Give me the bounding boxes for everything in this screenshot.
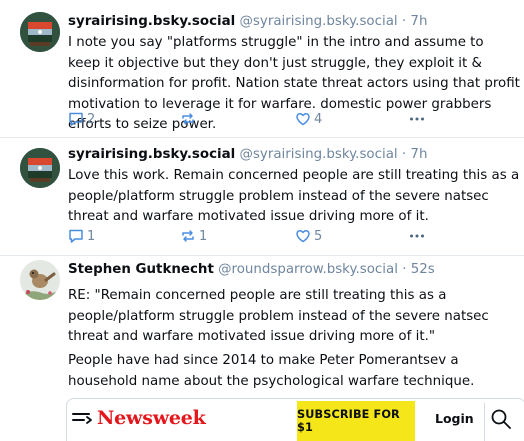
action-bar: 1 1 5 <box>68 226 428 246</box>
timestamp[interactable]: 7h <box>410 14 427 29</box>
link-card[interactable]: Newsweek SUBSCRIBE FOR $1 Login <box>66 398 524 441</box>
repost-count: 1 <box>199 228 208 244</box>
separator: · <box>401 147 407 162</box>
avatar-image <box>20 260 60 300</box>
reply-count: 2 <box>87 111 96 127</box>
avatar-image <box>20 12 60 52</box>
handle[interactable]: @syrairising.bsky.social <box>240 14 398 29</box>
action-bar: 2 4 <box>68 109 428 129</box>
handle[interactable]: @roundsparrow.bsky.social <box>218 262 398 277</box>
reply-icon <box>69 229 83 243</box>
post-header: syrairising.bsky.social @syrairising.bsk… <box>68 13 427 31</box>
avatar[interactable] <box>20 148 60 188</box>
avatar[interactable] <box>20 12 60 52</box>
post-header: Stephen Gutknecht @roundsparrow.bsky.soc… <box>68 261 435 279</box>
avatar[interactable] <box>20 260 60 300</box>
reply-button[interactable]: 2 <box>68 109 95 129</box>
repost-button[interactable]: 1 <box>180 226 207 246</box>
more-options-button[interactable] <box>409 226 425 246</box>
like-button[interactable]: 4 <box>295 109 322 129</box>
repost-button[interactable] <box>180 109 199 129</box>
reply-count: 1 <box>87 228 96 244</box>
login-link[interactable]: Login <box>435 411 474 426</box>
separator: · <box>402 262 407 277</box>
newsweek-logo[interactable]: Newsweek <box>97 407 206 429</box>
like-button[interactable]: 5 <box>295 226 322 246</box>
post-header: syrairising.bsky.social @syrairising.bsk… <box>68 146 427 164</box>
like-count: 4 <box>314 111 323 127</box>
more-options-button[interactable] <box>409 109 425 129</box>
reply-icon <box>69 112 83 126</box>
display-name[interactable]: syrairising.bsky.social <box>68 147 235 162</box>
timestamp[interactable]: 7h <box>410 147 427 162</box>
display-name[interactable]: syrairising.bsky.social <box>68 14 235 29</box>
repost-icon <box>182 113 194 125</box>
timestamp[interactable]: 52s <box>411 262 435 277</box>
post-text: Love this work. Remain concerned people … <box>68 168 520 224</box>
heart-icon <box>296 229 310 243</box>
display-name[interactable]: Stephen Gutknecht <box>68 262 214 277</box>
repost-icon <box>182 230 194 242</box>
subscribe-button[interactable]: SUBSCRIBE FOR $1 <box>297 401 415 441</box>
post-text-paragraph-1: RE: "Remain concerned people are still t… <box>68 288 489 344</box>
heart-icon <box>296 112 310 126</box>
menu-icon[interactable] <box>72 409 94 431</box>
like-count: 5 <box>314 228 323 244</box>
post-2[interactable]: syrairising.bsky.social @syrairising.bsk… <box>0 138 524 255</box>
more-icon <box>410 117 424 121</box>
search-icon[interactable] <box>490 408 512 434</box>
post-1[interactable]: syrairising.bsky.social @syrairising.bsk… <box>0 0 524 137</box>
more-icon <box>410 234 424 238</box>
reply-button[interactable]: 1 <box>68 226 95 246</box>
divider <box>484 403 485 441</box>
separator: · <box>401 14 407 29</box>
handle[interactable]: @syrairising.bsky.social <box>240 147 398 162</box>
post-text-paragraph-2: People have had since 2014 to make Peter… <box>68 353 475 389</box>
avatar-image <box>20 148 60 188</box>
